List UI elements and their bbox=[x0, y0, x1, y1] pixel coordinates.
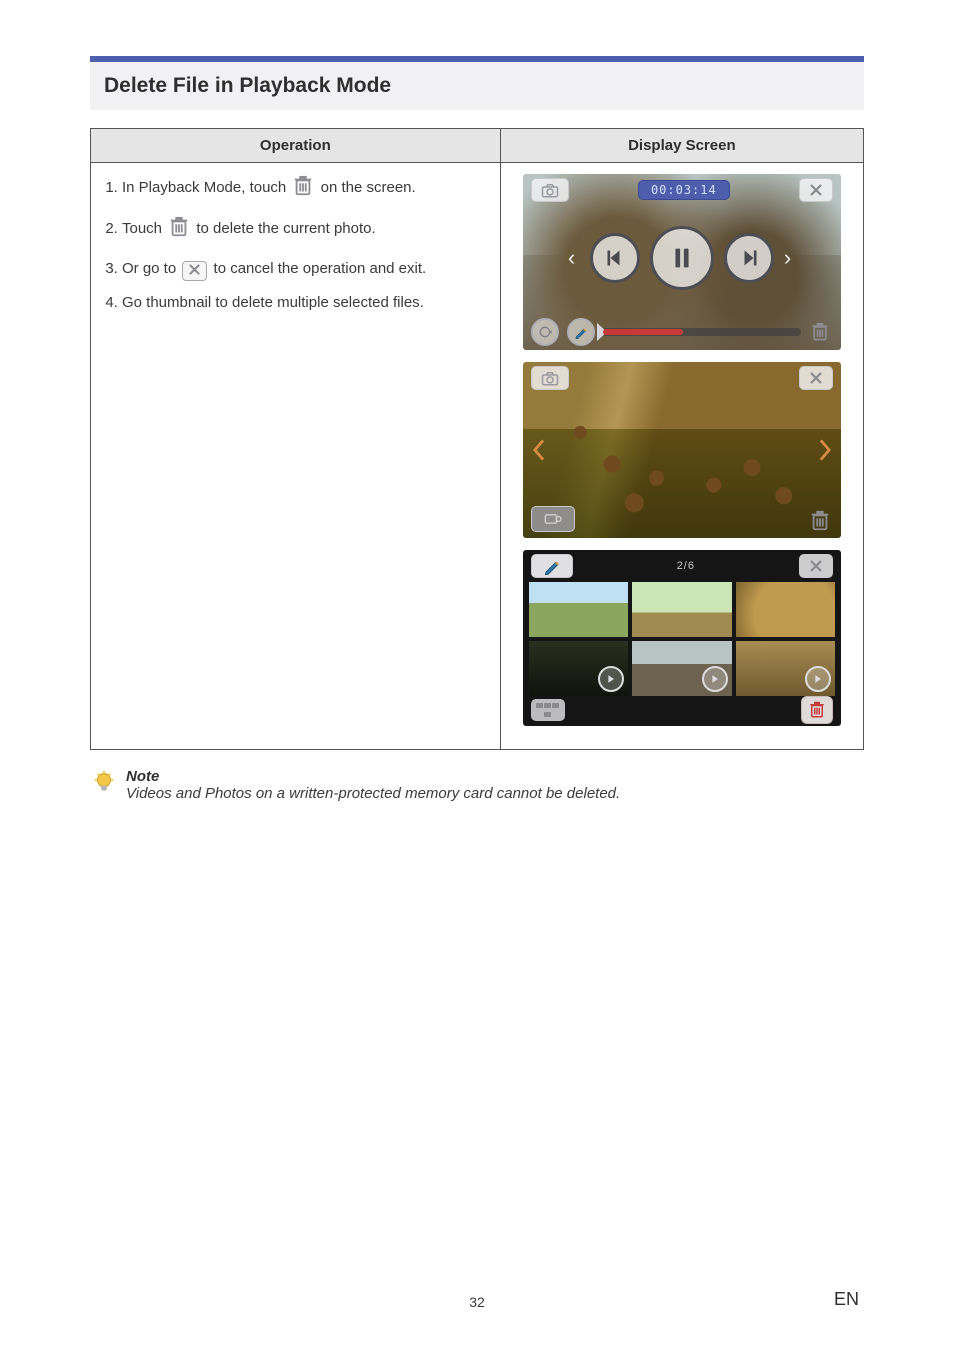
prev-button[interactable] bbox=[590, 233, 640, 283]
step1-text-a: In Playback Mode, touch bbox=[122, 179, 290, 196]
edit-button[interactable] bbox=[531, 554, 573, 578]
chevron-left-icon[interactable] bbox=[527, 434, 551, 466]
thumbnail-grid bbox=[529, 582, 835, 696]
page-language: EN bbox=[834, 1289, 859, 1310]
bulb-icon bbox=[90, 768, 118, 799]
trash-button[interactable] bbox=[807, 508, 833, 534]
th-operation: Operation bbox=[91, 129, 501, 163]
close-button[interactable] bbox=[799, 554, 833, 578]
camera-button[interactable] bbox=[531, 178, 569, 202]
trash-button[interactable] bbox=[801, 696, 833, 724]
display-screen-1: 00:03:14 ‹ bbox=[523, 174, 841, 350]
edit-button[interactable] bbox=[567, 318, 595, 346]
step2-text-b: to delete the current photo. bbox=[196, 220, 375, 237]
close-button[interactable] bbox=[799, 178, 833, 202]
thumbnail[interactable] bbox=[529, 641, 628, 696]
thumbnail-counter: 2/6 bbox=[677, 560, 695, 572]
th-display: Display Screen bbox=[500, 129, 863, 163]
thumbnail[interactable] bbox=[736, 582, 835, 637]
thumbnail[interactable] bbox=[632, 582, 731, 637]
playback-time: 00:03:14 bbox=[638, 180, 730, 200]
note-title: Note bbox=[126, 768, 620, 785]
note-block: Note Videos and Photos on a written-prot… bbox=[90, 768, 864, 802]
display-screen-2 bbox=[523, 362, 841, 538]
step2-text-a: Touch bbox=[122, 220, 166, 237]
mode-button[interactable] bbox=[531, 506, 575, 532]
pause-button[interactable] bbox=[650, 226, 714, 290]
chevron-right-icon[interactable] bbox=[813, 434, 837, 466]
next-button[interactable] bbox=[724, 233, 774, 283]
grid-view-button[interactable] bbox=[531, 699, 565, 721]
seek-bar[interactable] bbox=[601, 328, 801, 336]
trash-button[interactable] bbox=[807, 319, 833, 345]
thumbnail[interactable] bbox=[736, 641, 835, 696]
x-icon bbox=[182, 261, 207, 281]
operation-step-1: In Playback Mode, touch on the screen. bbox=[122, 174, 491, 205]
step3-text-b: to cancel the operation and exit. bbox=[214, 260, 427, 277]
operation-step-2: Touch to delete the current photo. bbox=[122, 215, 491, 246]
close-button[interactable] bbox=[799, 366, 833, 390]
note-text: Videos and Photos on a written-protected… bbox=[126, 785, 620, 802]
step3-text-a: Or go to bbox=[122, 260, 180, 277]
thumbnail[interactable] bbox=[529, 582, 628, 637]
play-icon bbox=[805, 666, 831, 692]
instruction-table: Operation Display Screen In Playback Mod… bbox=[90, 128, 864, 750]
display-screen-3: 2/6 bbox=[523, 550, 841, 726]
chevron-right-icon[interactable]: › bbox=[784, 247, 796, 269]
operation-step-4: Go thumbnail to delete multiple selected… bbox=[122, 291, 491, 314]
loop-button[interactable] bbox=[531, 318, 559, 346]
operation-step-3: Or go to to cancel the operation and exi… bbox=[122, 257, 491, 281]
operation-list: In Playback Mode, touch on the screen. T… bbox=[100, 174, 491, 314]
play-icon bbox=[702, 666, 728, 692]
step1-text-b: on the screen. bbox=[321, 179, 416, 196]
trash-icon bbox=[292, 174, 314, 205]
chevron-left-icon[interactable]: ‹ bbox=[568, 247, 580, 269]
play-icon bbox=[598, 666, 624, 692]
section-title: Delete File in Playback Mode bbox=[90, 56, 864, 110]
trash-icon bbox=[168, 215, 190, 246]
thumbnail[interactable] bbox=[632, 641, 731, 696]
camera-button[interactable] bbox=[531, 366, 569, 390]
page-number: 32 bbox=[0, 1294, 954, 1310]
